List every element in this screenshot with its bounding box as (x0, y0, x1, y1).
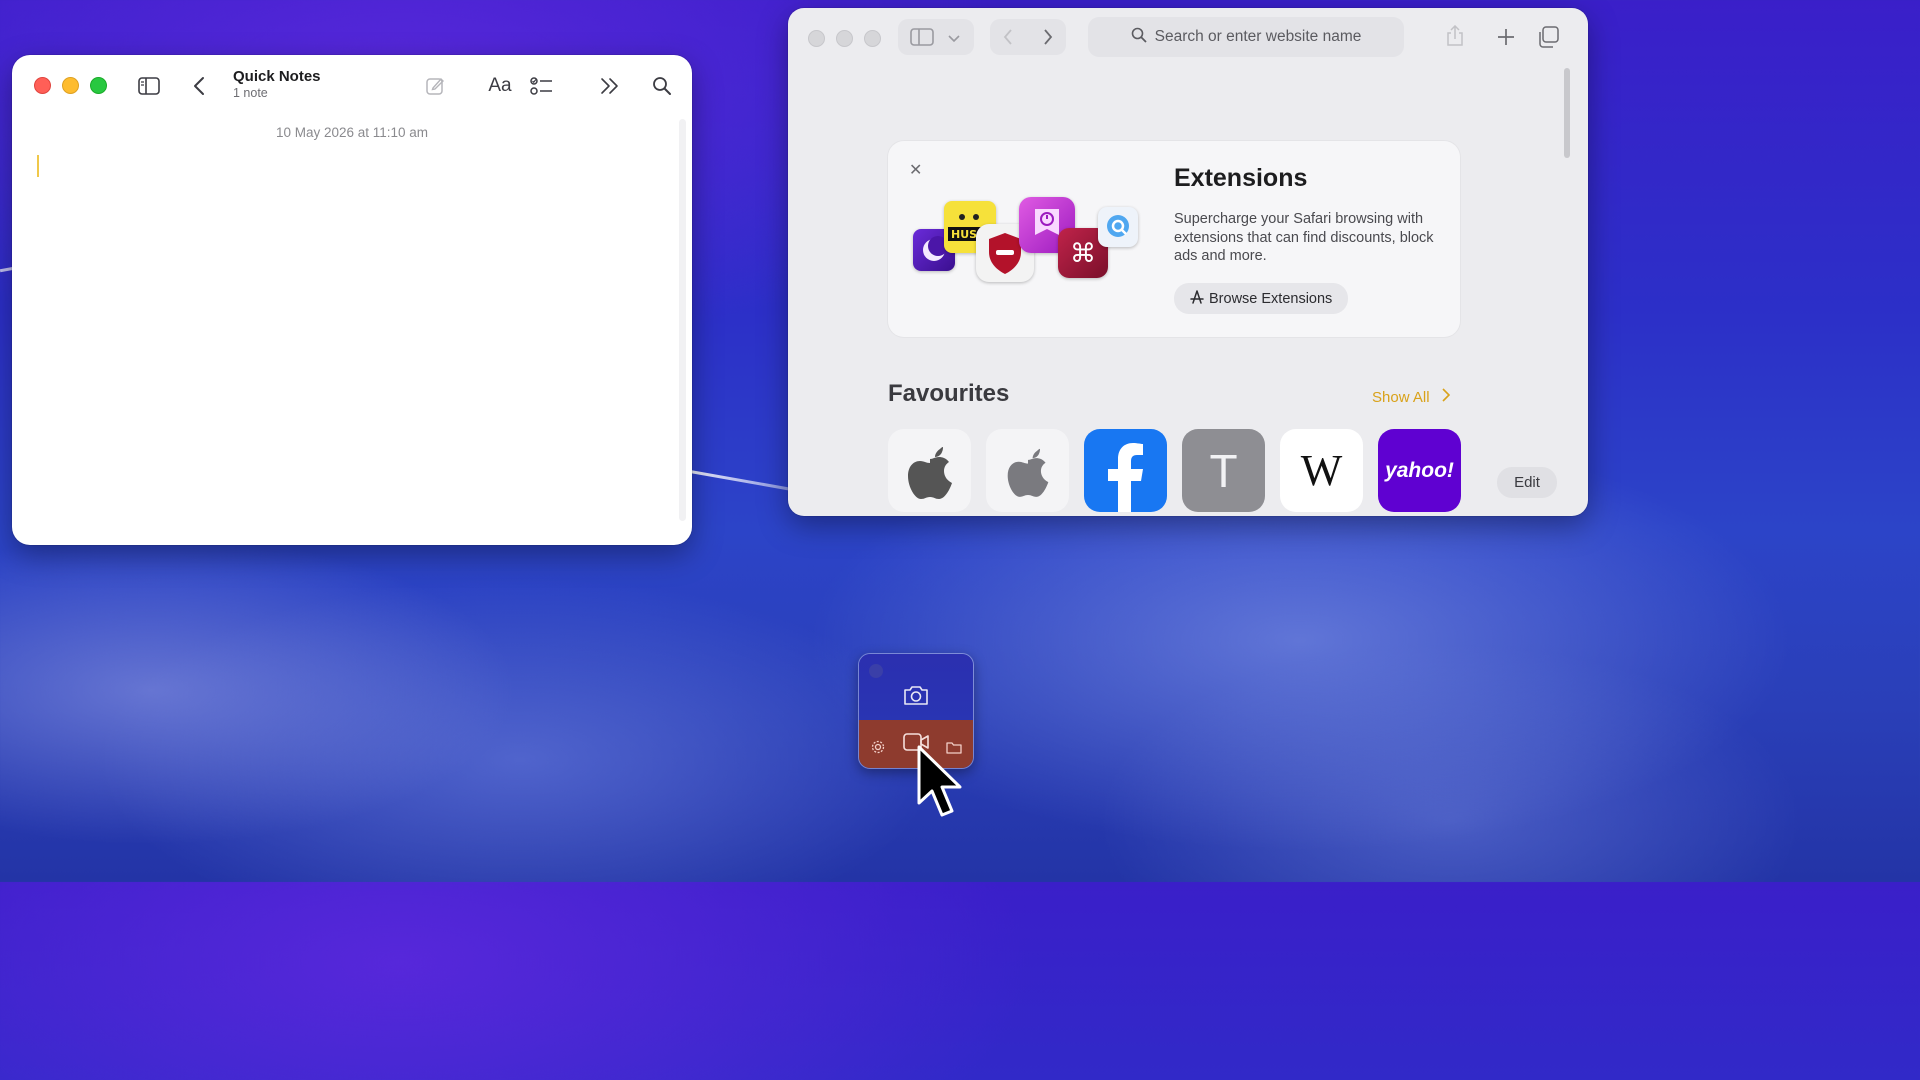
new-tab-icon[interactable] (1497, 28, 1515, 51)
favourite-apple-2[interactable] (986, 429, 1069, 512)
sidebar-toggle-icon[interactable] (910, 28, 934, 51)
format-text-button[interactable]: Aa (482, 71, 518, 101)
svg-text:⌘: ⌘ (1070, 239, 1096, 269)
address-bar[interactable]: Search or enter website name (1088, 17, 1404, 57)
browse-extensions-label: Browse Extensions (1209, 290, 1333, 307)
favourite-t-tile[interactable]: T (1182, 429, 1265, 512)
extensions-description: Supercharge your Safari browsing with ex… (1174, 211, 1434, 264)
minimize-window-button[interactable] (62, 77, 79, 94)
scrollbar[interactable] (679, 119, 686, 521)
window-controls (34, 77, 107, 94)
checklist-icon[interactable] (527, 71, 557, 101)
text-cursor[interactable] (37, 155, 39, 177)
sidebar-pill (898, 19, 974, 55)
favourites-title: Favourites (888, 380, 1010, 407)
safari-window: Search or enter website name ✕ HUSH ⌘ Ex… (788, 8, 1588, 516)
extensions-card: ✕ HUSH ⌘ Extensions Supercharge your Saf… (888, 141, 1460, 337)
settings-icon[interactable] (871, 740, 885, 759)
widget-top (859, 654, 973, 720)
edit-favourites-button[interactable]: Edit (1497, 467, 1557, 498)
notes-folder-title: Quick Notes (233, 68, 321, 85)
notes-count: 1 note (233, 86, 268, 100)
apple-logo-icon (907, 446, 952, 499)
minimize-window-button[interactable] (836, 30, 853, 47)
favourite-wikipedia[interactable]: W (1280, 429, 1363, 512)
mouse-pointer-icon (915, 745, 963, 826)
close-window-button[interactable] (808, 30, 825, 47)
favourite-yahoo[interactable]: yahoo! (1378, 429, 1461, 512)
extensions-title: Extensions (1174, 164, 1308, 192)
back-chevron-icon[interactable] (184, 71, 214, 101)
share-icon[interactable] (1446, 24, 1464, 52)
chevron-right-icon (1441, 388, 1450, 406)
browse-extensions-button[interactable]: Browse Extensions (1174, 283, 1349, 314)
sidebar-toggle-icon[interactable] (132, 71, 166, 101)
close-window-button[interactable] (34, 77, 51, 94)
search-icon (1131, 27, 1147, 48)
compose-note-icon[interactable] (420, 71, 450, 101)
more-chevrons-icon[interactable] (595, 71, 625, 101)
address-placeholder: Search or enter website name (1154, 28, 1362, 45)
scrollbar[interactable] (1564, 68, 1570, 158)
forward-chevron-icon[interactable] (1042, 28, 1054, 51)
show-all-label: Show All (1372, 388, 1430, 406)
tab-overview-icon[interactable] (1537, 26, 1559, 53)
note-timestamp: 10 May 2026 at 11:10 am (275, 125, 429, 140)
facebook-logo-icon (1108, 443, 1143, 512)
search-extension-icon (1098, 207, 1138, 247)
back-chevron-icon[interactable] (1002, 28, 1014, 51)
favourite-apple-1[interactable] (888, 429, 971, 512)
navigation-pill (990, 19, 1066, 55)
notes-window: Quick Notes 1 note Aa 10 May 2026 at 11:… (12, 55, 692, 545)
yahoo-wordmark: yahoo! (1385, 458, 1454, 482)
zoom-window-button[interactable] (864, 30, 881, 47)
wallpaper-streak (689, 470, 799, 493)
wikipedia-letter: W (1300, 446, 1343, 495)
camera-icon[interactable] (903, 684, 929, 711)
app-store-icon (1190, 289, 1204, 308)
t-tile-letter: T (1209, 444, 1238, 497)
zoom-window-button[interactable] (90, 77, 107, 94)
chevron-down-icon[interactable] (948, 31, 960, 49)
notes-title-block: Quick Notes 1 note (233, 68, 321, 100)
search-icon[interactable] (647, 71, 677, 101)
apple-logo-icon (1007, 448, 1048, 497)
close-icon[interactable]: ✕ (909, 160, 922, 180)
widget-indicator (869, 664, 883, 678)
window-controls (808, 30, 881, 47)
show-all-link[interactable]: Show All (1372, 388, 1450, 406)
favourite-facebook[interactable] (1084, 429, 1167, 512)
